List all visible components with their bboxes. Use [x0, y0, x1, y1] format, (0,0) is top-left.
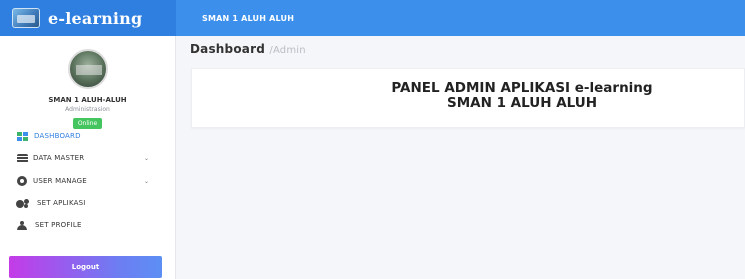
- panel-heading-line1: PANEL ADMIN APLIKASI e-learning: [391, 80, 653, 96]
- sidebar-item-user-manage[interactable]: USER MANAGE ⌄: [0, 173, 176, 189]
- user-icon: [16, 220, 28, 230]
- page-title: Dashboard /Admin: [190, 42, 306, 56]
- page-title-text: Dashboard: [190, 42, 265, 56]
- school-logo-icon: [12, 8, 40, 28]
- sidebar-item-set-aplikasi[interactable]: SET APLIKASI: [0, 195, 176, 211]
- chevron-down-icon: ⌄: [144, 154, 150, 162]
- brand-name: e-learning: [48, 8, 143, 28]
- profile-name: SMAN 1 ALUH-ALUH: [48, 96, 127, 104]
- navbar-school-name: SMAN 1 ALUH ALUH: [202, 13, 295, 23]
- gear-icon: [16, 176, 28, 186]
- gears-icon: [16, 198, 29, 208]
- top-navbar: e-learning SMAN 1 ALUH ALUH: [0, 0, 745, 36]
- user-profile: SMAN 1 ALUH-ALUH Administrasion Online: [0, 36, 175, 129]
- sidebar-item-label: DATA MASTER: [33, 154, 85, 162]
- sidebar-item-label: USER MANAGE: [33, 177, 87, 185]
- database-icon: [16, 153, 28, 163]
- chevron-down-icon: ⌄: [144, 177, 150, 185]
- sidebar-item-set-profile[interactable]: SET PROFILE: [0, 217, 176, 233]
- welcome-panel: PANEL ADMIN APLIKASI e-learning SMAN 1 A…: [191, 68, 745, 128]
- breadcrumb[interactable]: /Admin: [269, 45, 305, 56]
- sidebar-item-label: SET APLIKASI: [37, 199, 86, 207]
- sidebar-item-label: DASHBOARD: [34, 132, 81, 140]
- sidebar-item-dashboard[interactable]: DASHBOARD: [0, 128, 176, 144]
- sidebar: SMAN 1 ALUH-ALUH Administrasion Online D…: [0, 36, 176, 279]
- brand[interactable]: e-learning: [0, 0, 176, 36]
- profile-role: Administrasion: [65, 106, 110, 113]
- sidebar-item-data-master[interactable]: DATA MASTER ⌄: [0, 150, 176, 166]
- panel-heading: PANEL ADMIN APLIKASI e-learning SMAN 1 A…: [312, 81, 732, 111]
- sidebar-item-label: SET PROFILE: [35, 221, 82, 229]
- avatar: [67, 49, 108, 89]
- logout-button[interactable]: Logout: [9, 256, 162, 278]
- panel-heading-line2: SMAN 1 ALUH ALUH: [446, 95, 598, 111]
- dashboard-icon: [16, 131, 28, 141]
